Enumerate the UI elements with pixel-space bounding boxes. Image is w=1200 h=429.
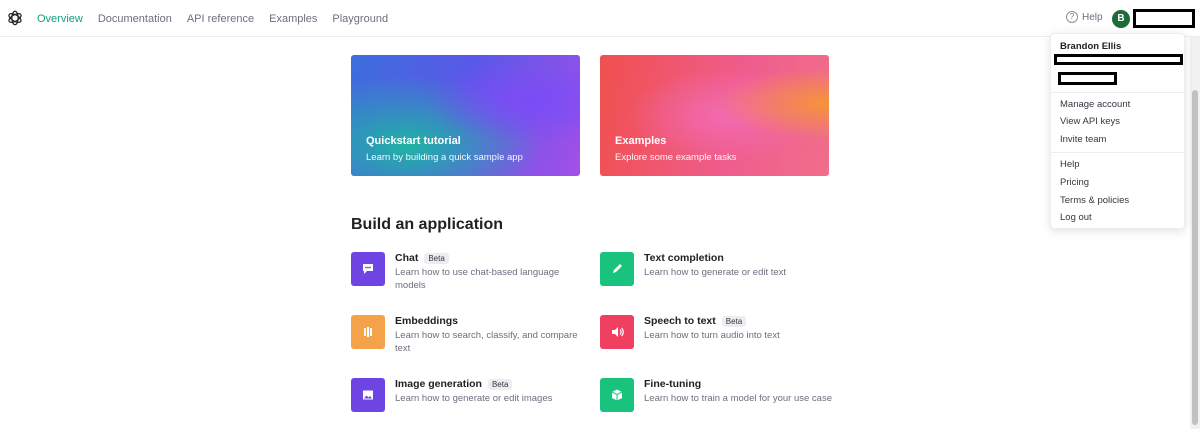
top-navbar: Overview Documentation API reference Exa…	[0, 0, 1200, 37]
app-text-completion[interactable]: Text completion Learn how to generate or…	[600, 252, 840, 286]
app-name: Speech to text Beta	[644, 315, 747, 327]
card-subtitle: Explore some example tasks	[615, 152, 737, 163]
nav-playground[interactable]: Playground	[332, 13, 388, 25]
menu-item-terms-policies[interactable]: Terms & policies	[1060, 195, 1129, 206]
app-name: Text completion	[644, 252, 724, 264]
menu-item-invite-team[interactable]: Invite team	[1060, 134, 1106, 145]
menu-divider	[1051, 152, 1184, 153]
app-name: Chat Beta	[395, 252, 449, 264]
app-name: Embeddings	[395, 315, 459, 327]
app-fine-tuning[interactable]: Fine-tuning Learn how to train a model f…	[600, 378, 840, 412]
app-name: Image generation Beta	[395, 378, 513, 390]
app-embeddings[interactable]: Embeddings Learn how to search, classify…	[351, 315, 591, 357]
app-description: Learn how to generate or edit images	[395, 393, 553, 404]
openai-logo-icon[interactable]	[6, 9, 24, 27]
quickstart-card[interactable]: Quickstart tutorial Learn by building a …	[351, 55, 580, 176]
menu-item-manage-account[interactable]: Manage account	[1060, 99, 1130, 110]
redacted-email	[1054, 54, 1183, 65]
chat-icon	[351, 252, 385, 286]
app-image-generation[interactable]: Image generation Beta Learn how to genera…	[351, 378, 591, 412]
app-description: Learn how to use chat-based language mod…	[395, 267, 560, 291]
beta-badge: Beta	[487, 378, 513, 390]
app-description: Learn how to generate or edit text	[644, 267, 787, 278]
help-link[interactable]: ? Help	[1066, 11, 1103, 23]
app-description: Learn how to turn audio into text	[644, 330, 780, 341]
nav-api-reference[interactable]: API reference	[187, 13, 254, 25]
menu-item-view-api-keys[interactable]: View API keys	[1060, 116, 1120, 127]
section-title: Build an application	[351, 216, 504, 233]
app-chat[interactable]: Chat Beta Learn how to use chat-based lan…	[351, 252, 591, 294]
examples-card[interactable]: Examples Explore some example tasks	[600, 55, 829, 176]
app-speech-to-text[interactable]: Speech to text Beta Learn how to turn aud…	[600, 315, 840, 349]
menu-item-help[interactable]: Help	[1060, 159, 1080, 170]
redacted-org[interactable]	[1058, 72, 1117, 85]
speaker-icon	[600, 315, 634, 349]
cube-icon	[600, 378, 634, 412]
redacted-org-name[interactable]	[1133, 9, 1195, 28]
account-dropdown-menu: Brandon Ellis Manage account View API ke…	[1050, 33, 1185, 229]
app-description: Learn how to search, classify, and compa…	[395, 330, 578, 354]
menu-item-pricing[interactable]: Pricing	[1060, 177, 1089, 188]
app-name: Fine-tuning	[644, 378, 702, 390]
card-subtitle: Learn by building a quick sample app	[366, 152, 523, 163]
help-circle-icon: ?	[1066, 11, 1078, 23]
image-icon	[351, 378, 385, 412]
scrollbar-thumb[interactable]	[1192, 90, 1198, 425]
nav-examples[interactable]: Examples	[269, 13, 317, 25]
avatar[interactable]: B	[1112, 10, 1130, 28]
bars-icon	[351, 315, 385, 349]
menu-divider	[1051, 92, 1184, 93]
nav-documentation[interactable]: Documentation	[98, 13, 172, 25]
user-name: Brandon Ellis	[1060, 41, 1122, 52]
main-nav: Overview Documentation API reference Exa…	[37, 0, 388, 37]
card-title: Examples	[615, 135, 667, 147]
app-description: Learn how to train a model for your use …	[644, 393, 832, 404]
nav-overview[interactable]: Overview	[37, 13, 83, 25]
beta-badge: Beta	[424, 252, 449, 264]
menu-item-log-out[interactable]: Log out	[1060, 212, 1092, 223]
pencil-icon	[600, 252, 634, 286]
card-title: Quickstart tutorial	[366, 135, 461, 147]
help-label: Help	[1082, 11, 1103, 23]
beta-badge: Beta	[721, 315, 747, 327]
